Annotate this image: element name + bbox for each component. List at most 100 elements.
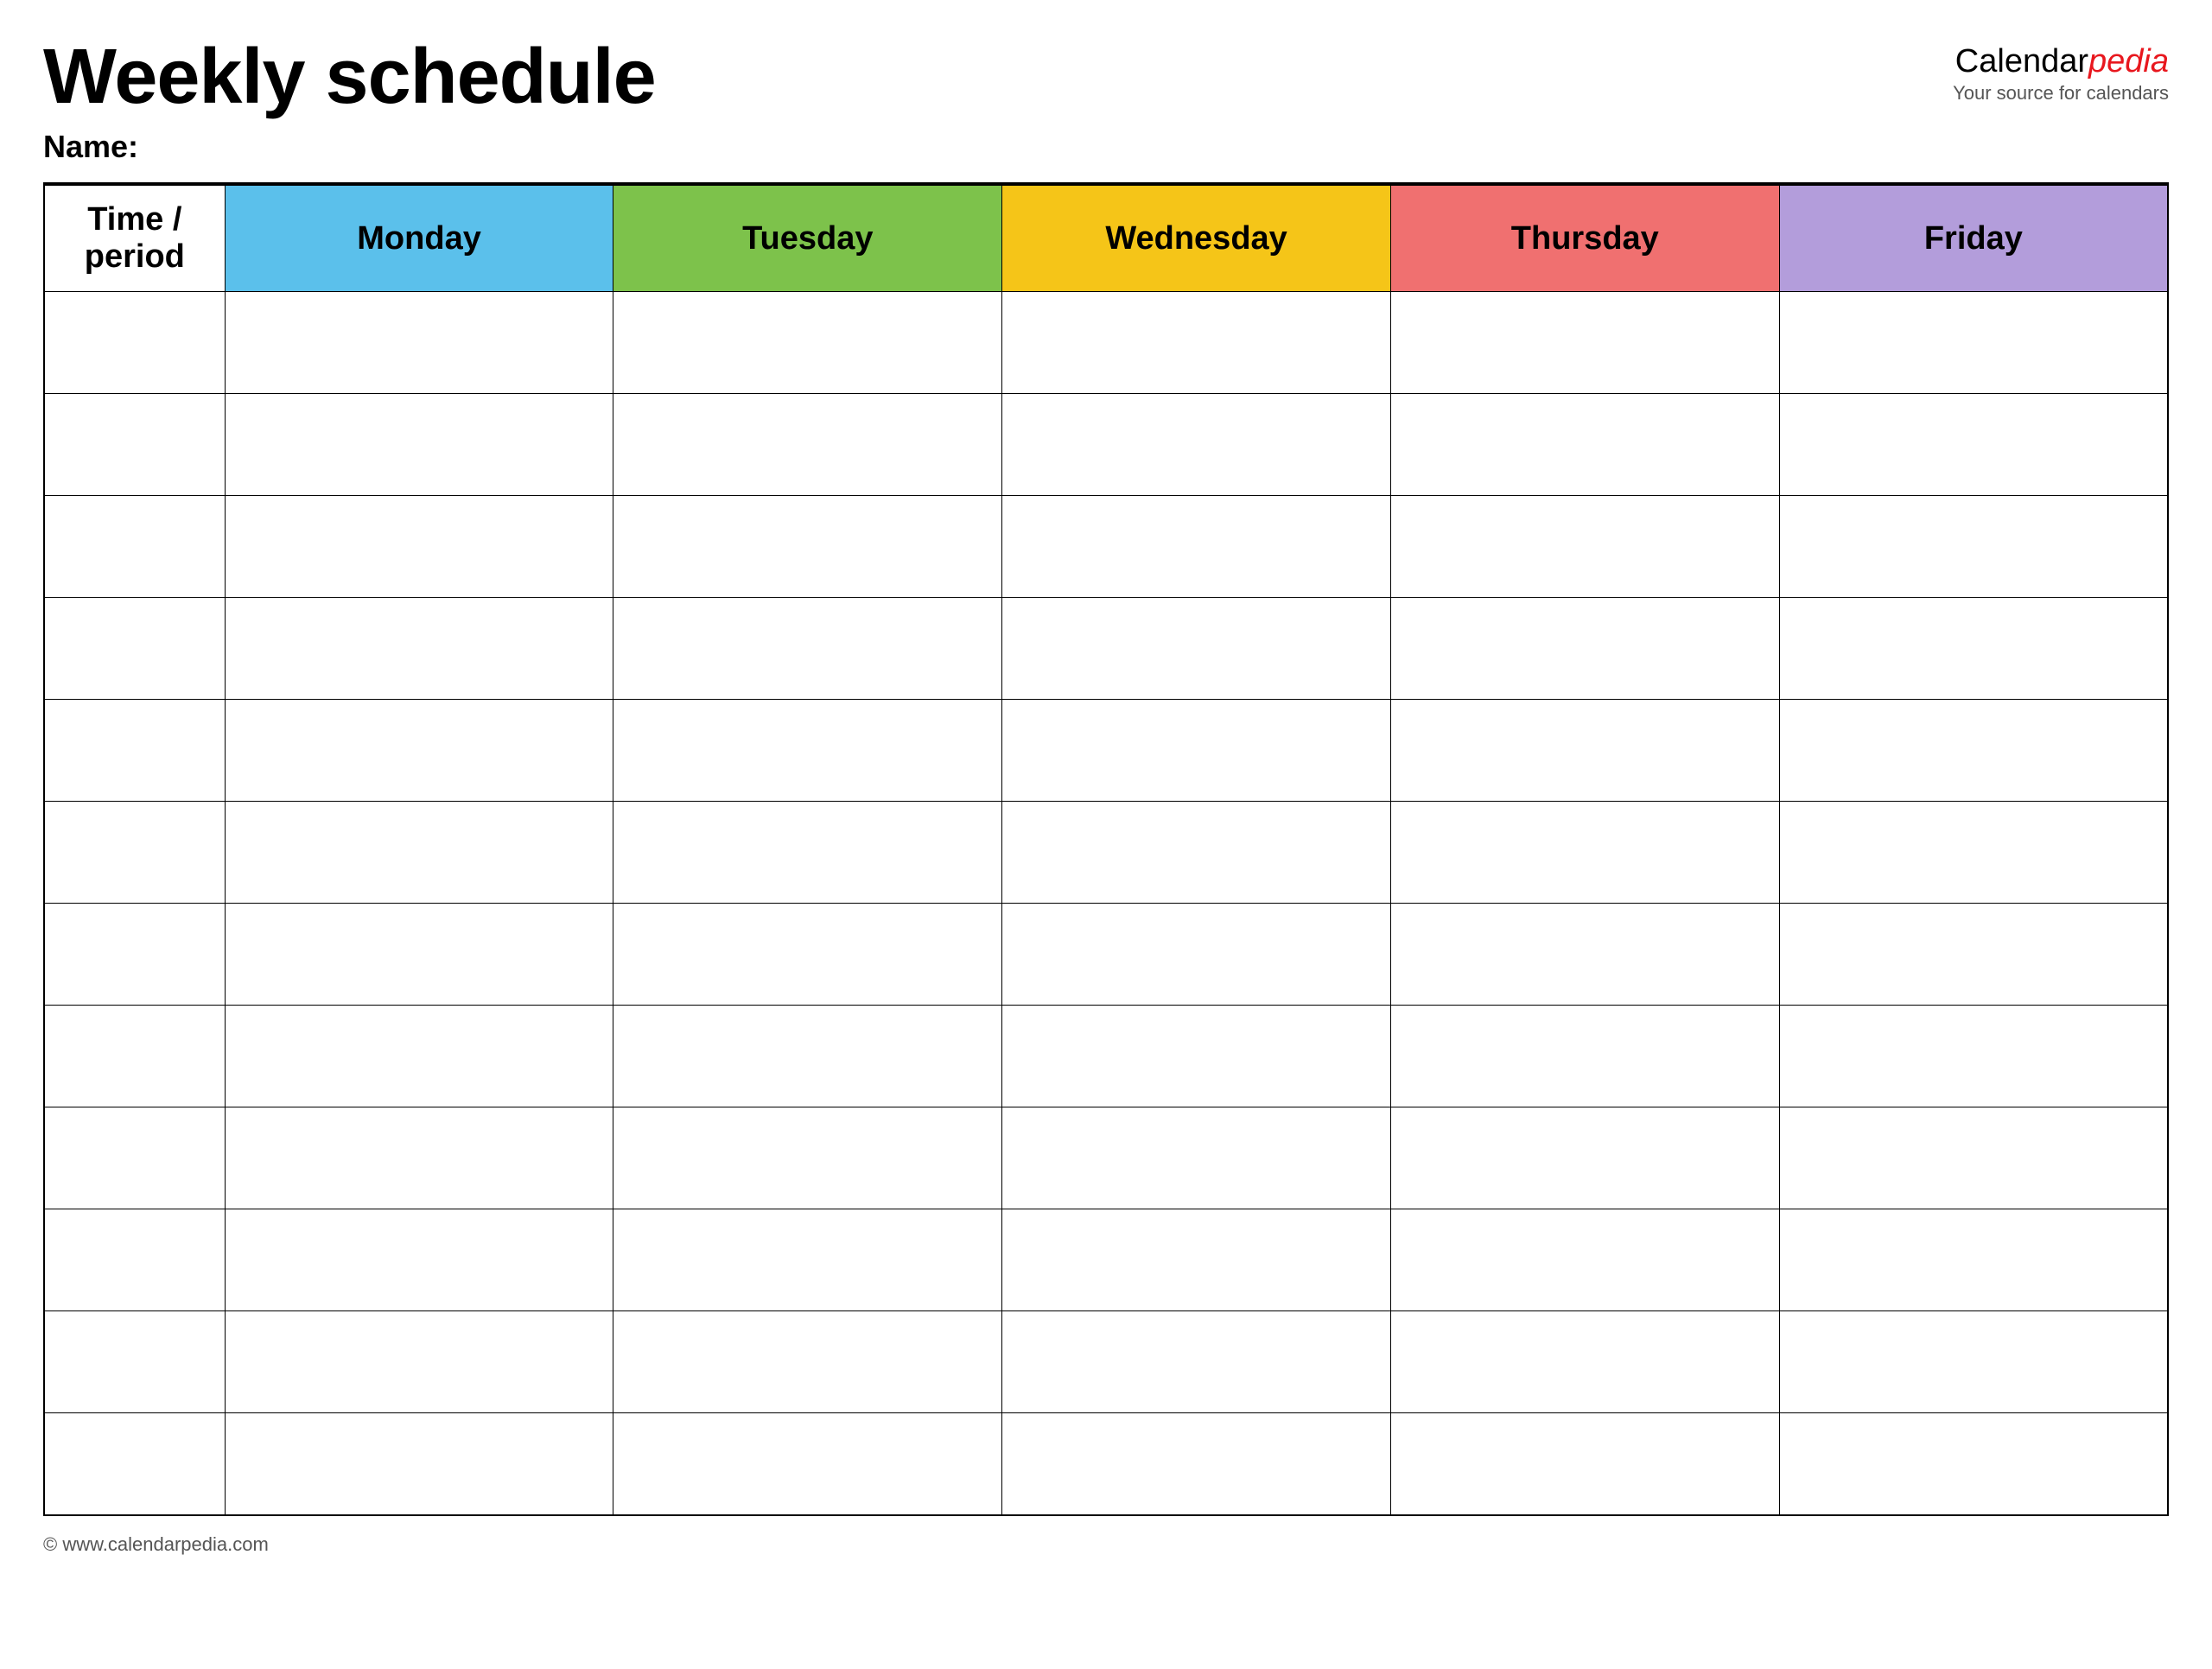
table-row	[44, 904, 2168, 1006]
table-cell[interactable]	[225, 598, 613, 700]
table-cell[interactable]	[44, 292, 225, 394]
table-cell[interactable]	[1390, 598, 1779, 700]
footer-url: © www.calendarpedia.com	[43, 1533, 269, 1555]
logo-pedia-part: pedia	[2088, 43, 2169, 79]
table-cell[interactable]	[44, 904, 225, 1006]
table-cell[interactable]	[225, 1209, 613, 1311]
table-cell[interactable]	[613, 598, 1002, 700]
table-cell[interactable]	[1390, 904, 1779, 1006]
footer: © www.calendarpedia.com	[43, 1533, 2169, 1556]
table-cell[interactable]	[613, 496, 1002, 598]
page-title: Weekly schedule	[43, 35, 656, 120]
table-cell[interactable]	[1390, 700, 1779, 802]
table-cell[interactable]	[1390, 1006, 1779, 1107]
col-header-friday: Friday	[1779, 185, 2168, 292]
table-cell[interactable]	[225, 1311, 613, 1413]
table-cell[interactable]	[225, 394, 613, 496]
table-cell[interactable]	[1002, 496, 1391, 598]
col-header-wednesday: Wednesday	[1002, 185, 1391, 292]
table-cell[interactable]	[613, 394, 1002, 496]
table-row	[44, 1006, 2168, 1107]
col-header-monday: Monday	[225, 185, 613, 292]
table-cell[interactable]	[1002, 394, 1391, 496]
table-cell[interactable]	[1002, 700, 1391, 802]
table-cell[interactable]	[44, 1107, 225, 1209]
logo-tagline: Your source for calendars	[1953, 82, 2169, 105]
table-cell[interactable]	[1390, 1413, 1779, 1515]
table-cell[interactable]	[613, 904, 1002, 1006]
schedule-body	[44, 292, 2168, 1515]
table-cell[interactable]	[44, 700, 225, 802]
col-header-thursday: Thursday	[1390, 185, 1779, 292]
table-cell[interactable]	[44, 1209, 225, 1311]
table-cell[interactable]	[1002, 1006, 1391, 1107]
table-cell[interactable]	[1779, 1209, 2168, 1311]
table-cell[interactable]	[44, 496, 225, 598]
table-cell[interactable]	[225, 292, 613, 394]
col-header-time: Time / period	[44, 185, 225, 292]
table-cell[interactable]	[1390, 1311, 1779, 1413]
table-cell[interactable]	[1002, 904, 1391, 1006]
table-cell[interactable]	[1779, 802, 2168, 904]
table-row	[44, 802, 2168, 904]
table-cell[interactable]	[1002, 802, 1391, 904]
table-row	[44, 394, 2168, 496]
table-cell[interactable]	[1779, 904, 2168, 1006]
logo-block: Calendarpedia Your source for calendars	[1953, 43, 2169, 105]
table-cell[interactable]	[1002, 1107, 1391, 1209]
table-cell[interactable]	[613, 1311, 1002, 1413]
table-cell[interactable]	[613, 292, 1002, 394]
table-cell[interactable]	[1779, 394, 2168, 496]
table-cell[interactable]	[225, 1107, 613, 1209]
table-cell[interactable]	[1779, 292, 2168, 394]
table-cell[interactable]	[1779, 1311, 2168, 1413]
table-cell[interactable]	[1390, 1209, 1779, 1311]
table-cell[interactable]	[1390, 496, 1779, 598]
page-header: Weekly schedule Name: Calendarpedia Your…	[43, 35, 2169, 165]
table-row	[44, 1107, 2168, 1209]
table-cell[interactable]	[1002, 598, 1391, 700]
table-cell[interactable]	[1390, 1107, 1779, 1209]
table-cell[interactable]	[1779, 1107, 2168, 1209]
table-cell[interactable]	[225, 1413, 613, 1515]
table-cell[interactable]	[613, 1209, 1002, 1311]
table-row	[44, 292, 2168, 394]
table-cell[interactable]	[1002, 1209, 1391, 1311]
table-cell[interactable]	[44, 1311, 225, 1413]
table-cell[interactable]	[613, 802, 1002, 904]
table-cell[interactable]	[1779, 496, 2168, 598]
col-header-tuesday: Tuesday	[613, 185, 1002, 292]
table-cell[interactable]	[1002, 1311, 1391, 1413]
table-cell[interactable]	[1390, 292, 1779, 394]
logo-calendar-part: Calendar	[1955, 43, 2088, 79]
table-row	[44, 496, 2168, 598]
table-cell[interactable]	[613, 700, 1002, 802]
table-cell[interactable]	[1779, 1006, 2168, 1107]
table-cell[interactable]	[44, 1006, 225, 1107]
table-cell[interactable]	[44, 802, 225, 904]
table-cell[interactable]	[1779, 1413, 2168, 1515]
table-cell[interactable]	[225, 496, 613, 598]
table-cell[interactable]	[1390, 394, 1779, 496]
table-cell[interactable]	[44, 394, 225, 496]
table-cell[interactable]	[1779, 598, 2168, 700]
table-cell[interactable]	[613, 1413, 1002, 1515]
table-cell[interactable]	[613, 1006, 1002, 1107]
table-cell[interactable]	[44, 598, 225, 700]
table-cell[interactable]	[225, 802, 613, 904]
table-cell[interactable]	[225, 1006, 613, 1107]
table-cell[interactable]	[613, 1107, 1002, 1209]
table-header-row: Time / period Monday Tuesday Wednesday T…	[44, 185, 2168, 292]
table-cell[interactable]	[1390, 802, 1779, 904]
table-row	[44, 1413, 2168, 1515]
table-cell[interactable]	[1002, 1413, 1391, 1515]
table-cell[interactable]	[225, 700, 613, 802]
table-cell[interactable]	[44, 1413, 225, 1515]
table-row	[44, 1311, 2168, 1413]
table-cell[interactable]	[225, 904, 613, 1006]
table-row	[44, 598, 2168, 700]
table-row	[44, 1209, 2168, 1311]
schedule-table: Time / period Monday Tuesday Wednesday T…	[43, 184, 2169, 1516]
table-cell[interactable]	[1779, 700, 2168, 802]
table-cell[interactable]	[1002, 292, 1391, 394]
